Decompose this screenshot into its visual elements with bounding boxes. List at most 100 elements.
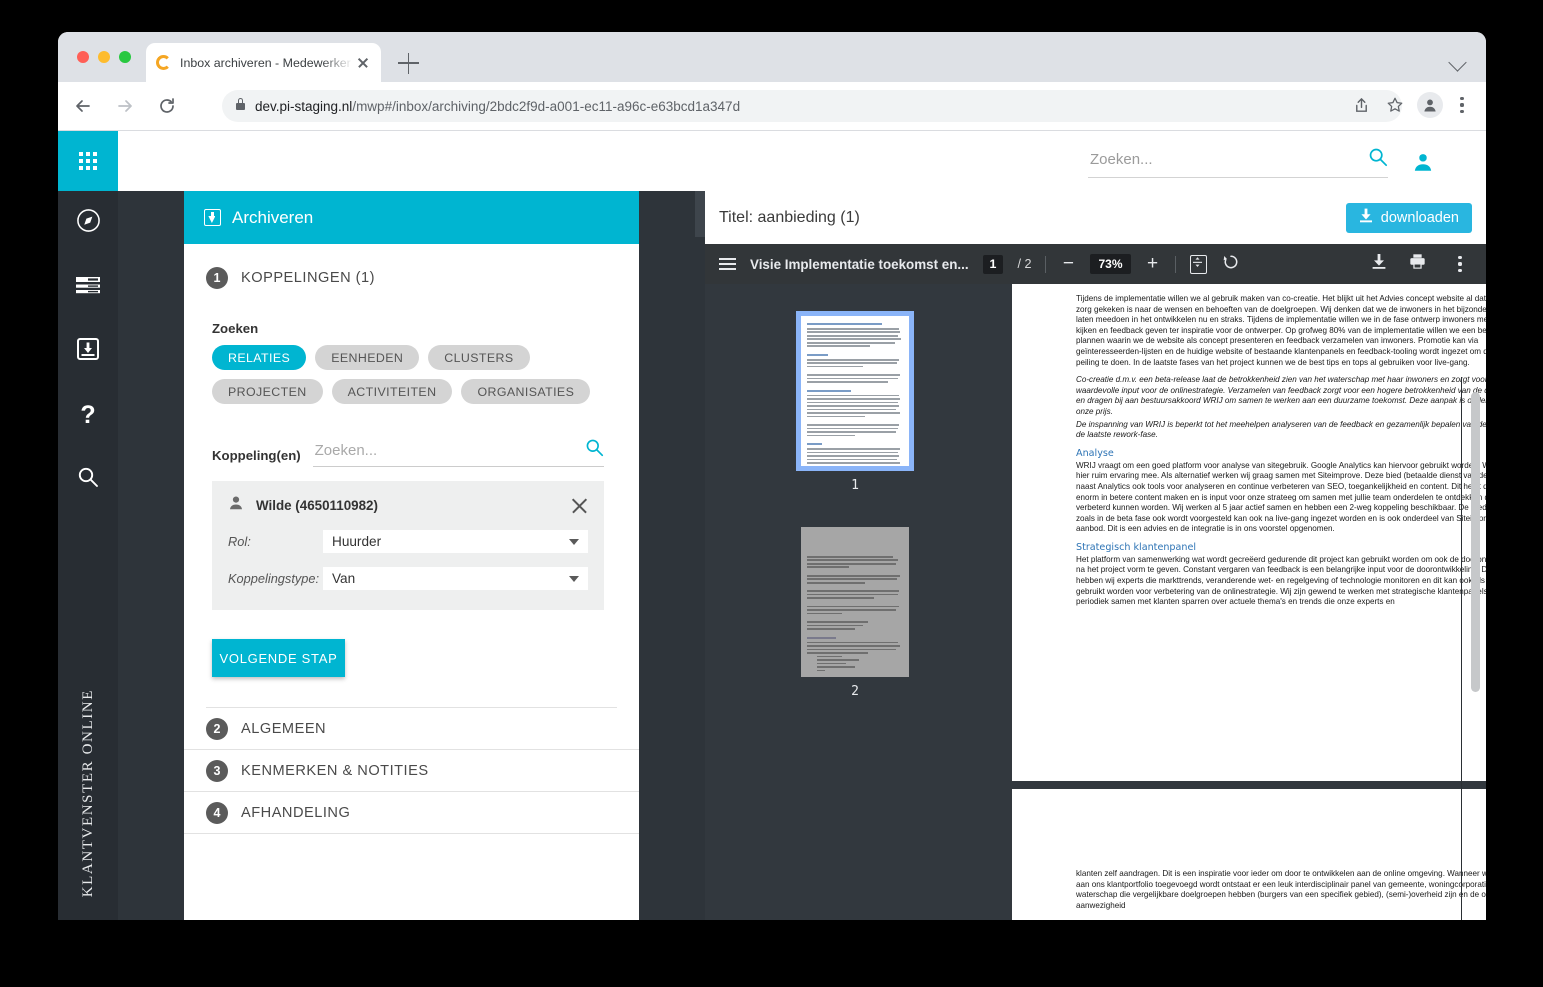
chevron-down-icon[interactable] — [1448, 53, 1467, 72]
step-4-row[interactable]: 4 AFHANDELING — [184, 792, 639, 834]
field-rol-label: Rol: — [228, 534, 251, 549]
chevron-down-icon — [569, 539, 579, 545]
rail-item-inbox[interactable] — [58, 319, 118, 383]
url-path: /mwp#/inbox/archiving/2bdc2f9d-a001-ec11… — [352, 98, 741, 114]
close-icon[interactable] — [571, 497, 588, 514]
browser-toolbar: dev.pi-staging.nl/mwp#/inbox/archiving/2… — [58, 82, 1486, 131]
archive-inbox-icon — [204, 209, 221, 226]
chip-projecten[interactable]: PROJECTEN — [212, 379, 323, 404]
help-question-icon: ? — [80, 400, 96, 429]
chip-relaties[interactable]: RELATIES — [212, 345, 307, 370]
koppeling-search-input[interactable] — [312, 440, 585, 460]
thumbnail-page-1-preview — [801, 316, 909, 466]
download-icon[interactable] — [1371, 253, 1387, 275]
pdf-page-1: Tijdens de implementatie willen we al ge… — [1012, 284, 1486, 781]
step-3-row[interactable]: 3 KENMERKEN & NOTITIES — [184, 750, 639, 792]
step-number: 1 — [206, 267, 228, 289]
doc-paragraph: klanten zelf aandragen. Dit is een inspi… — [1076, 869, 1486, 910]
koppeling-name: Wilde (4650110982) — [256, 498, 378, 513]
thumbnail-page-1[interactable] — [796, 311, 914, 471]
doc-paragraph: WRIJ vraagt om een goed platform voor an… — [1076, 460, 1486, 534]
user-account-button[interactable] — [1412, 151, 1434, 178]
maximize-window-button[interactable] — [119, 51, 131, 63]
document-viewer: Titel: aanbieding (1) downloaden Visie I… — [705, 191, 1486, 920]
doc-heading: Analyse — [1076, 447, 1114, 459]
close-icon[interactable] — [355, 55, 371, 71]
share-icon[interactable] — [1346, 90, 1376, 120]
reload-icon[interactable] — [150, 89, 184, 123]
close-window-button[interactable] — [77, 51, 89, 63]
volgende-stap-button[interactable]: VOLGENDE STAP — [212, 639, 345, 677]
search-input[interactable] — [1088, 150, 1368, 169]
address-bar[interactable]: dev.pi-staging.nl/mwp#/inbox/archiving/2… — [222, 90, 1402, 122]
left-rail: ? KLANTVENSTER ONLINE — [58, 131, 118, 920]
rail-item-list[interactable] — [58, 255, 118, 319]
tab-title: Inbox archiveren - Medewerker — [180, 55, 351, 70]
rotate-icon[interactable] — [1221, 252, 1240, 276]
thumbnail-page-2-preview — [807, 534, 903, 677]
rail-item-compass[interactable] — [58, 191, 118, 255]
minimize-window-button[interactable] — [98, 51, 110, 63]
step-2-row[interactable]: 2 ALGEMEEN — [184, 708, 639, 750]
doc-heading: Strategisch klantenpanel — [1076, 541, 1197, 553]
field-koppelingstype-label: Koppelingstype: — [228, 571, 320, 586]
panel-scrollbar-thumb[interactable] — [695, 191, 705, 237]
chip-clusters[interactable]: CLUSTERS — [428, 345, 530, 370]
step-1-header[interactable]: 1 KOPPELINGEN (1) — [184, 267, 639, 289]
koppelingstype-select[interactable]: Van — [323, 567, 588, 590]
person-icon — [228, 495, 244, 516]
panel-scrollbar[interactable] — [695, 191, 705, 920]
viewer-title: Titel: aanbieding (1) — [719, 208, 860, 226]
pdf-scrollbar-thumb[interactable] — [1471, 392, 1480, 692]
step-2-title: ALGEMEEN — [241, 720, 327, 737]
rail-item-search[interactable] — [58, 447, 118, 511]
rol-select[interactable]: Huurder — [323, 530, 588, 553]
brand-wordmark: KLANTVENSTER ONLINE — [58, 689, 118, 897]
search-icon[interactable] — [1368, 147, 1388, 172]
kebab-menu-icon[interactable] — [1450, 92, 1474, 118]
downloaden-button[interactable]: downloaden — [1345, 202, 1472, 233]
profile-avatar-button[interactable] — [1417, 92, 1443, 118]
zoom-level[interactable]: 73% — [1090, 254, 1131, 274]
page-total: / 2 — [1017, 257, 1032, 271]
koppeling-search[interactable] — [312, 438, 604, 467]
forward-arrow-icon[interactable] — [108, 89, 142, 123]
koppeling-label: Koppeling(en) — [212, 448, 301, 463]
fit-page-icon[interactable] — [1189, 254, 1207, 274]
loading-spinner-icon — [156, 55, 171, 70]
pdf-toolbar-right — [1371, 251, 1472, 277]
zoom-out-icon[interactable]: − — [1060, 253, 1076, 275]
rail-item-help[interactable]: ? — [58, 383, 118, 447]
doc-paragraph-italic: De inspanning van WRIJ is beperkt tot he… — [1076, 419, 1486, 440]
browser-tab[interactable]: Inbox archiveren - Medewerker — [146, 43, 381, 82]
page-number-input[interactable]: 1 — [982, 254, 1004, 274]
kebab-menu-icon[interactable] — [1448, 251, 1472, 277]
hamburger-menu-icon[interactable] — [719, 257, 736, 271]
step-4-title: AFHANDELING — [241, 804, 351, 821]
window-controls[interactable] — [77, 51, 131, 63]
archiving-panel: Archiveren 1 KOPPELINGEN (1) Zoeken RELA… — [184, 191, 639, 920]
chip-organisaties[interactable]: ORGANISATIES — [461, 379, 591, 404]
back-arrow-icon[interactable] — [66, 89, 100, 123]
download-icon — [1359, 208, 1373, 227]
print-icon[interactable] — [1409, 253, 1426, 275]
rol-value: Huurder — [332, 534, 382, 549]
star-icon[interactable] — [1380, 90, 1410, 120]
chip-activiteiten[interactable]: ACTIVITEITEN — [331, 379, 453, 404]
pdf-thumbnail-panel[interactable]: 1 2 — [705, 284, 1005, 920]
zoom-in-icon[interactable]: + — [1145, 253, 1161, 275]
apps-grid-icon[interactable] — [58, 131, 118, 191]
koppelingstype-value: Van — [332, 571, 356, 586]
search-icon — [77, 466, 99, 493]
zoeken-label: Zoeken — [212, 321, 259, 336]
pdf-toolbar: Visie Implementatie toekomst en... 1 / 2… — [705, 244, 1486, 284]
global-search[interactable] — [1088, 147, 1388, 178]
step-number: 3 — [206, 759, 228, 782]
pdf-document-pane[interactable]: Tijdens de implementatie willen we al ge… — [1005, 284, 1486, 920]
new-tab-button[interactable] — [398, 52, 420, 74]
search-icon[interactable] — [585, 438, 604, 462]
viewer-header: Titel: aanbieding (1) downloaden — [705, 191, 1486, 244]
thumbnail-page-2[interactable] — [801, 527, 909, 677]
pane-edge — [1461, 377, 1462, 920]
chip-eenheden[interactable]: EENHEDEN — [315, 345, 420, 370]
